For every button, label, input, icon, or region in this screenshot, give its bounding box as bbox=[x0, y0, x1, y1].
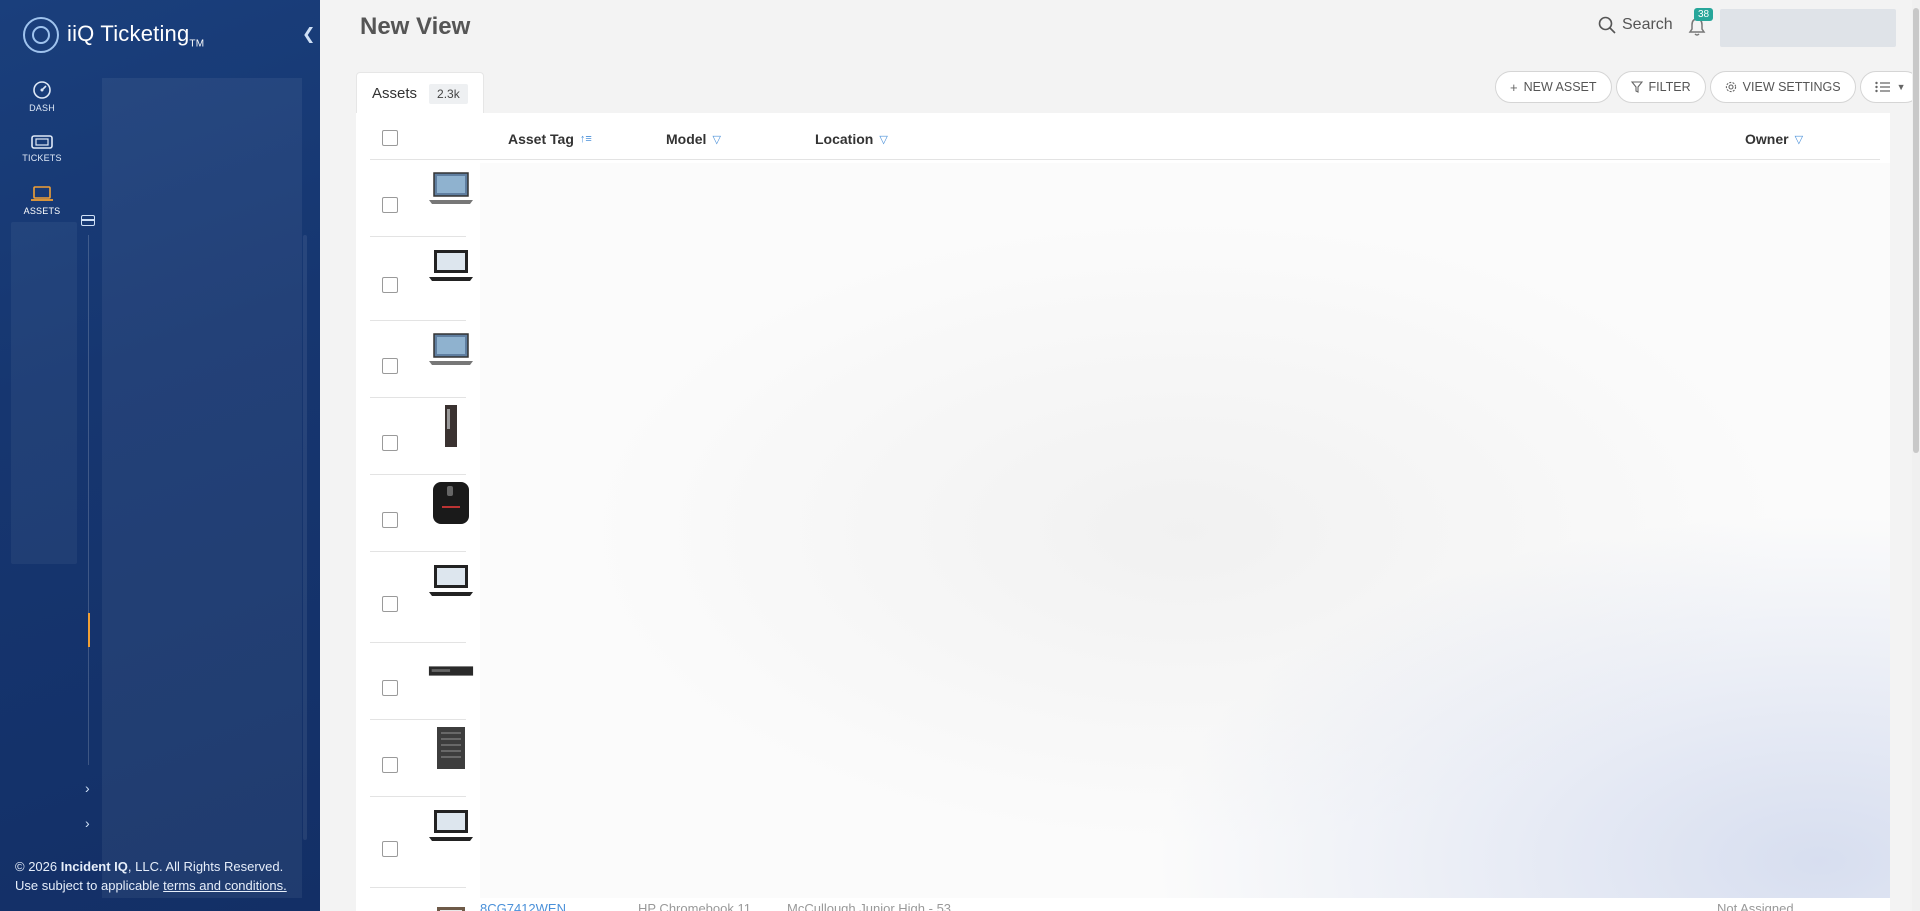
sidebar: iiQ TicketingTM ❮ DASH TICKETS ASSETS › … bbox=[0, 0, 320, 911]
asset-thumbnail bbox=[428, 557, 474, 603]
nav-dash-label: DASH bbox=[29, 102, 55, 113]
column-model[interactable]: Model ▽ bbox=[666, 131, 721, 147]
row-checkbox[interactable] bbox=[382, 596, 398, 612]
page-scrollbar-thumb[interactable] bbox=[1913, 8, 1919, 453]
row-checkbox[interactable] bbox=[382, 197, 398, 213]
tab-count-badge: 2.3k bbox=[429, 83, 468, 104]
asset-thumbnail bbox=[428, 892, 474, 911]
search-label: Search bbox=[1622, 16, 1673, 33]
toolbar: + NEW ASSET FILTER VIEW SETTINGS ▼ bbox=[1495, 71, 1920, 103]
footer: © 2026 Incident IQ, LLC. All Rights Rese… bbox=[15, 859, 287, 893]
row-checkbox[interactable] bbox=[382, 841, 398, 857]
laptop-icon bbox=[31, 185, 53, 201]
list-view-dropdown[interactable]: ▼ bbox=[1859, 71, 1920, 103]
column-asset-tag[interactable]: Asset Tag ↑≡ bbox=[508, 131, 592, 147]
asset-thumbnail bbox=[428, 648, 474, 694]
iiq-logo-icon bbox=[23, 17, 59, 53]
asset-thumbnail bbox=[428, 725, 474, 771]
ticket-icon bbox=[31, 134, 53, 149]
side-panel bbox=[102, 78, 302, 898]
chevron-right-icon[interactable]: › bbox=[85, 815, 90, 831]
nav-tickets-label: TICKETS bbox=[22, 152, 62, 163]
filter-button[interactable]: FILTER bbox=[1615, 71, 1706, 103]
table-row[interactable] bbox=[370, 720, 466, 797]
tab-assets[interactable]: Assets 2.3k bbox=[356, 72, 484, 114]
caret-down-icon: ▼ bbox=[1896, 82, 1906, 92]
sidebar-scrollbar[interactable] bbox=[303, 235, 307, 840]
chevron-left-icon[interactable]: ❮ bbox=[302, 24, 315, 44]
main: New View Search 38 Assets 2.3k + NEW ASSE… bbox=[320, 0, 1920, 911]
chevron-down-icon[interactable]: ▽ bbox=[879, 133, 887, 146]
table-row[interactable] bbox=[370, 643, 474, 720]
row-checkbox[interactable] bbox=[382, 512, 398, 528]
row-checkbox[interactable] bbox=[382, 277, 398, 293]
table-row[interactable] bbox=[370, 797, 473, 888]
search-icon bbox=[1598, 16, 1616, 34]
asset-thumbnail bbox=[428, 403, 474, 449]
row-checkbox[interactable] bbox=[382, 757, 398, 773]
table-row[interactable] bbox=[370, 237, 473, 321]
table-row[interactable] bbox=[370, 321, 473, 398]
nav-assets[interactable]: ASSETS bbox=[0, 174, 84, 226]
chevron-right-icon[interactable]: › bbox=[85, 780, 90, 796]
table-row[interactable] bbox=[370, 475, 469, 552]
notification-badge: 38 bbox=[1694, 8, 1714, 21]
divider bbox=[88, 235, 89, 765]
model-cell: HP Chromebook 11 bbox=[638, 901, 751, 911]
view-settings-button[interactable]: VIEW SETTINGS bbox=[1709, 71, 1856, 103]
tab-bar: Assets 2.3k bbox=[356, 72, 484, 114]
column-location[interactable]: Location ▽ bbox=[815, 131, 888, 147]
owner-cell: Not Assigned bbox=[1717, 901, 1794, 911]
blurred-content bbox=[480, 163, 1890, 898]
nav-rail: DASH TICKETS ASSETS bbox=[0, 70, 84, 226]
row-checkbox[interactable] bbox=[382, 358, 398, 374]
terms-link[interactable]: terms and conditions. bbox=[163, 878, 287, 893]
chevron-down-icon[interactable]: ▽ bbox=[1795, 133, 1803, 146]
nav-dash[interactable]: DASH bbox=[0, 70, 84, 122]
asset-thumbnail bbox=[428, 326, 474, 372]
asset-thumbnail bbox=[428, 802, 474, 848]
table-row[interactable] bbox=[370, 888, 466, 911]
assets-table: Asset Tag ↑≡ Model ▽ Location ▽ Owner ▽ 8CG7… bbox=[356, 113, 1890, 911]
new-asset-button[interactable]: + NEW ASSET bbox=[1495, 71, 1612, 103]
tab-label: Assets bbox=[372, 85, 418, 102]
card-view-icon[interactable] bbox=[81, 215, 95, 226]
dashboard-gauge-icon bbox=[33, 80, 51, 99]
subnav-block bbox=[11, 222, 77, 564]
row-checkbox[interactable] bbox=[382, 435, 398, 451]
search-button[interactable]: Search bbox=[1598, 16, 1673, 34]
table-header: Asset Tag ↑≡ Model ▽ Location ▽ Owner ▽ bbox=[370, 113, 1880, 160]
table-row[interactable] bbox=[370, 552, 473, 643]
sort-ascending-icon[interactable]: ↑≡ bbox=[580, 133, 592, 145]
select-all-checkbox[interactable] bbox=[382, 130, 398, 146]
asset-thumbnail bbox=[428, 480, 474, 526]
chevron-down-icon[interactable]: ▽ bbox=[712, 133, 720, 146]
asset-tag-link[interactable]: 8CG7412WEN bbox=[480, 901, 566, 911]
active-indicator bbox=[88, 613, 90, 647]
asset-thumbnail bbox=[428, 242, 474, 288]
location-cell: McCullough Junior High - 53 bbox=[787, 901, 952, 911]
asset-rows bbox=[370, 160, 474, 911]
asset-thumbnail bbox=[428, 165, 474, 211]
user-profile[interactable] bbox=[1720, 9, 1896, 47]
list-icon bbox=[1874, 81, 1890, 93]
nav-assets-label: ASSETS bbox=[23, 205, 61, 216]
plus-icon: + bbox=[1510, 79, 1518, 95]
brand[interactable]: iiQ TicketingTM bbox=[23, 17, 204, 53]
nav-tickets[interactable]: TICKETS bbox=[0, 122, 84, 174]
column-owner[interactable]: Owner ▽ bbox=[1745, 131, 1803, 147]
page-title: New View bbox=[360, 13, 471, 40]
app-name: iiQ TicketingTM bbox=[67, 20, 205, 50]
table-row[interactable] bbox=[370, 160, 473, 237]
filter-icon bbox=[1630, 81, 1643, 93]
row-checkbox[interactable] bbox=[382, 680, 398, 696]
gear-icon bbox=[1725, 81, 1736, 93]
table-row[interactable] bbox=[370, 398, 466, 475]
